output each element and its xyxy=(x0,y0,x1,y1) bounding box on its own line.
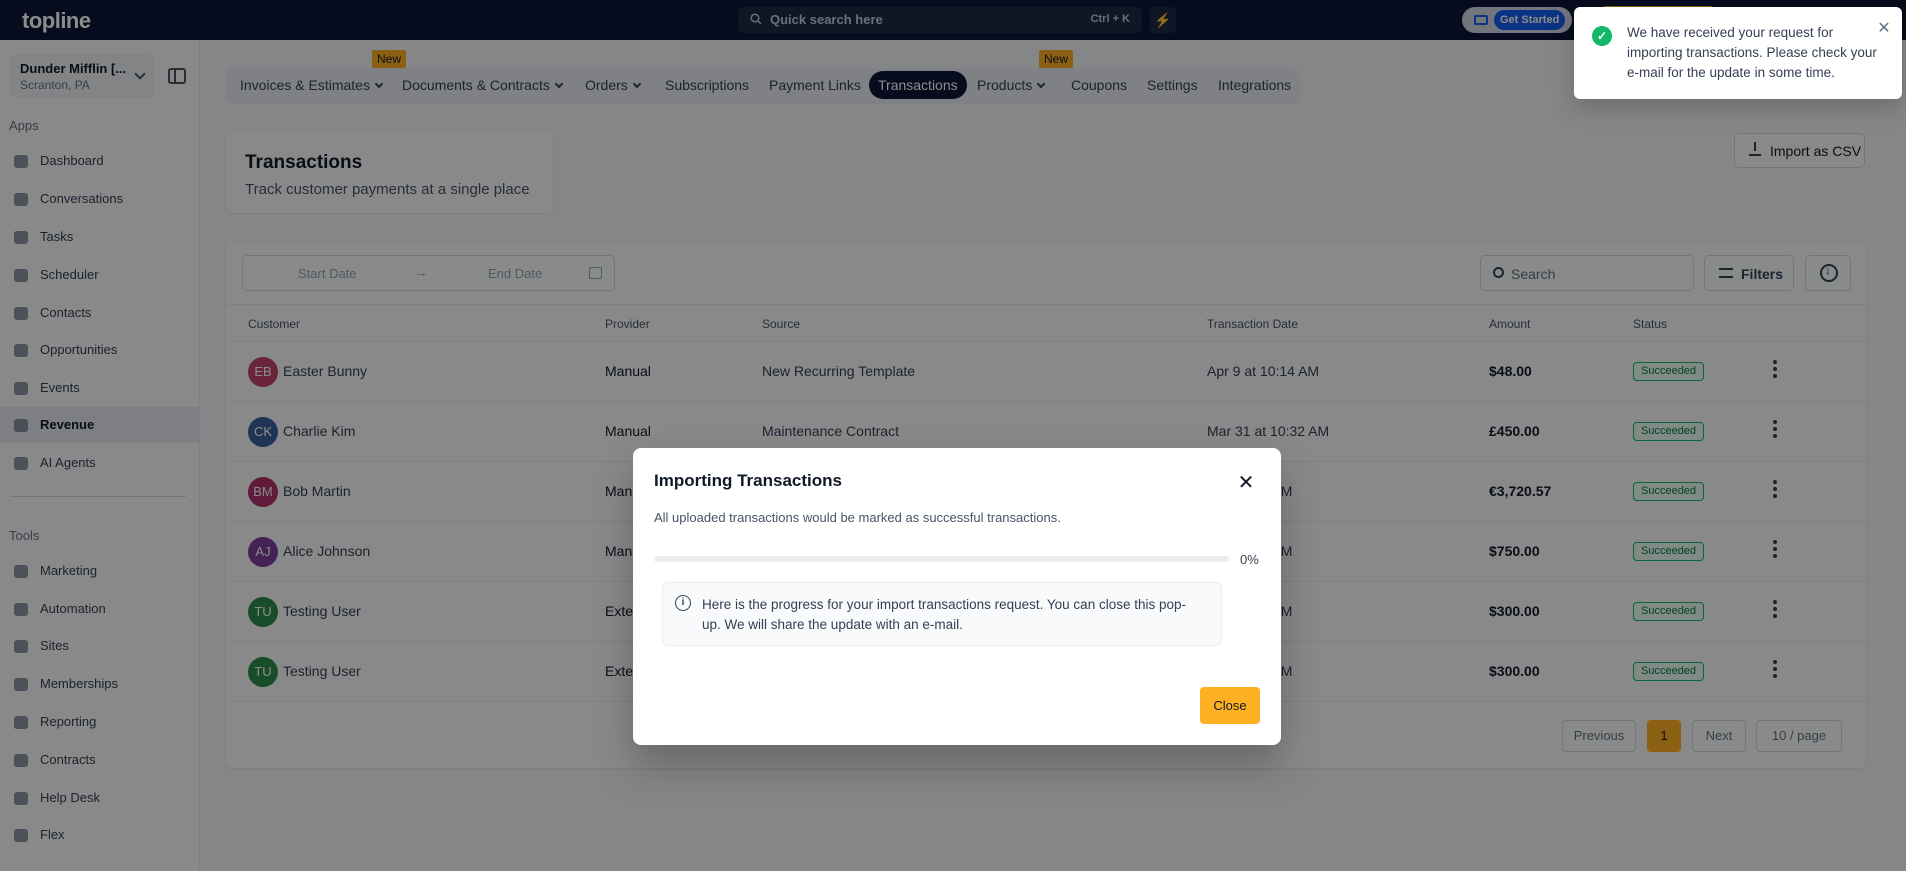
success-toast: ✓ We have received your request for impo… xyxy=(1574,7,1902,99)
toast-message: We have received your request for import… xyxy=(1627,25,1877,80)
modal-description: All uploaded transactions would be marke… xyxy=(654,510,1061,525)
import-progress-modal: Importing Transactions ✕ All uploaded tr… xyxy=(633,448,1281,745)
progress-percent: 0% xyxy=(1240,552,1259,567)
close-icon[interactable]: ✕ xyxy=(1876,21,1892,37)
info-text: Here is the progress for your import tra… xyxy=(702,597,1186,632)
close-button[interactable]: Close xyxy=(1200,687,1260,724)
info-notice: i Here is the progress for your import t… xyxy=(662,582,1222,646)
progress-bar xyxy=(654,556,1229,562)
info-icon: i xyxy=(675,595,691,611)
check-circle-icon: ✓ xyxy=(1592,26,1612,46)
modal-title: Importing Transactions xyxy=(654,471,842,490)
close-icon[interactable]: ✕ xyxy=(1235,472,1257,494)
